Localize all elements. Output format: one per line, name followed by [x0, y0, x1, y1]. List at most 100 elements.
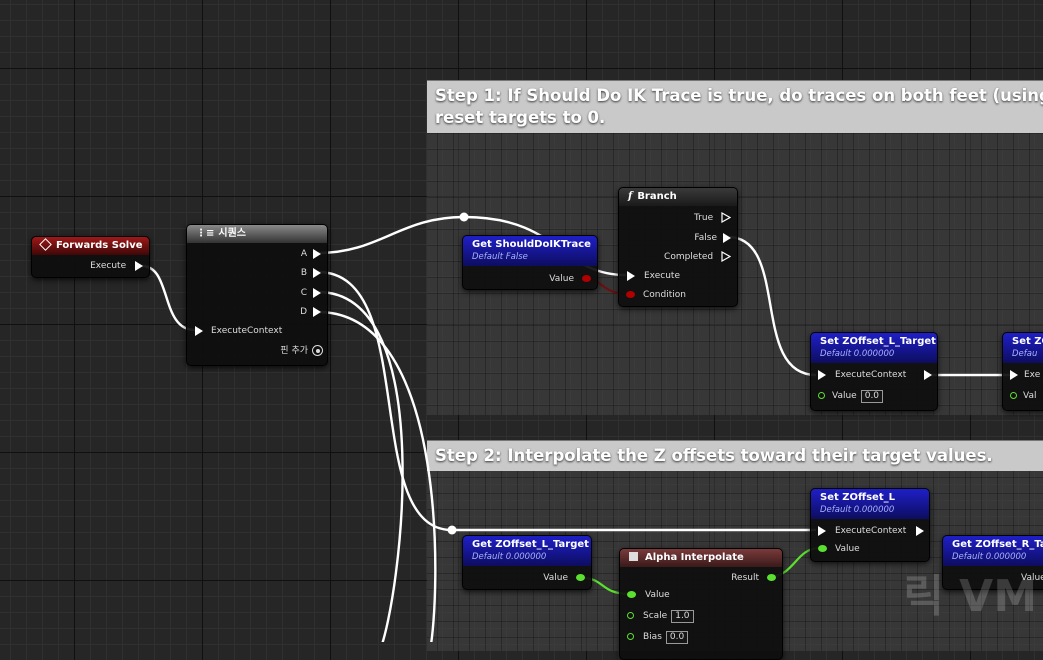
comment-step2-title[interactable]: Step 2: Interpolate the Z offsets toward…: [427, 441, 1043, 471]
branch-true-pin[interactable]: True: [694, 210, 732, 226]
get-zoffset-l-target-value-pin[interactable]: Value: [543, 570, 585, 586]
sequence-execute-context-pin[interactable]: ExecuteContext: [195, 323, 282, 339]
get-zoffset-l-target-node[interactable]: Get ZOffset_L_Target Default 0.000000 Va…: [462, 535, 592, 590]
float-pin-icon[interactable]: [818, 545, 827, 552]
set-zoffset-cut-exec-in[interactable]: Exe: [1010, 367, 1040, 383]
execute-context-label: ExecuteContext: [835, 526, 907, 536]
set-zoffset-l-exec-out[interactable]: [916, 523, 924, 539]
get-zoffset-l-target-title: Get ZOffset_L_Target: [472, 539, 589, 550]
sequence-icon: ⋮≡: [196, 228, 215, 239]
set-zoffset-cut-value-pin[interactable]: Val: [1010, 388, 1036, 404]
sequence-node[interactable]: ⋮≡ 시퀀스 A B C D ExecuteContext 핀 추가: [186, 224, 328, 366]
alpha-interpolate-bias-pin[interactable]: Bias 0.0: [627, 629, 689, 645]
set-zoffset-l-value-pin[interactable]: Value: [818, 541, 860, 557]
alpha-interpolate-header: Alpha Interpolate: [620, 549, 782, 567]
branch-node[interactable]: f Branch True False Completed Execute Con…: [618, 187, 738, 307]
set-zoffset-l-target-exec-out[interactable]: [924, 367, 932, 383]
get-should-do-ik-value-pin[interactable]: Value: [549, 271, 591, 287]
exec-in-icon[interactable]: [627, 270, 635, 281]
get-zoffset-l-target-subtitle: Default 0.000000: [472, 552, 547, 562]
exec-out-hollow-icon[interactable]: [721, 211, 732, 224]
comment-step1-title[interactable]: Step 1: If Should Do IK Trace is true, d…: [427, 81, 1043, 133]
scale-label: Scale: [643, 611, 668, 621]
pin-d-label: D: [300, 307, 307, 317]
wire-seq-c: [317, 290, 404, 642]
set-zoffset-cut-title: Set ZOf: [1012, 336, 1043, 347]
execute-context-label: ExecuteContext: [211, 326, 283, 336]
bias-label: Bias: [643, 632, 662, 642]
branch-header: f Branch: [619, 188, 737, 206]
bool-pin-icon[interactable]: [582, 275, 591, 282]
exec-out-icon[interactable]: [135, 260, 143, 271]
float-pin-icon[interactable]: [627, 612, 634, 619]
branch-completed-pin[interactable]: Completed: [664, 249, 732, 265]
get-zoffset-l-target-header: Get ZOffset_L_Target Default 0.000000: [463, 536, 591, 566]
branch-condition-pin[interactable]: Condition: [626, 287, 686, 303]
add-pin-icon[interactable]: [312, 345, 323, 356]
alpha-interpolate-value-pin[interactable]: Value: [627, 587, 670, 603]
exec-out-icon[interactable]: [924, 369, 932, 380]
forwards-solve-execute-pin[interactable]: Execute: [90, 258, 143, 274]
pin-c-label: C: [300, 288, 307, 298]
scale-input[interactable]: 1.0: [671, 610, 694, 623]
execute-label: Execute: [644, 271, 680, 281]
branch-false-pin[interactable]: False: [694, 230, 731, 246]
sequence-pin-c[interactable]: C: [301, 285, 321, 301]
sequence-add-pin[interactable]: 핀 추가: [280, 343, 323, 359]
set-zoffset-cut-subtitle: Defau: [1012, 349, 1038, 359]
value-input[interactable]: 0.0: [860, 390, 884, 403]
wire-seq-d: [317, 310, 437, 642]
set-zoffset-l-subtitle: Default 0.000000: [820, 505, 895, 515]
exec-out-icon[interactable]: [313, 287, 321, 298]
set-zoffset-l-target-exec-in[interactable]: ExecuteContext: [818, 367, 906, 383]
alpha-interpolate-node[interactable]: Alpha Interpolate Result Value Scale 1.0 …: [619, 548, 783, 660]
exec-in-icon[interactable]: [818, 525, 826, 536]
float-pin-icon[interactable]: [627, 591, 636, 598]
execute-label: Execute: [90, 261, 127, 271]
set-zoffset-cut-header: Set ZOf Defau: [1003, 333, 1043, 363]
set-zoffset-l-exec-in[interactable]: ExecuteContext: [818, 523, 906, 539]
sequence-title: 시퀀스: [218, 228, 246, 239]
function-icon: f: [628, 191, 633, 202]
watermark-logo: 릭 VM: [903, 571, 1037, 622]
exec-in-icon[interactable]: [818, 369, 826, 380]
float-pin-icon[interactable]: [627, 633, 634, 640]
get-should-do-ik-trace-node[interactable]: Get ShouldDoIKTrace Default False Value: [462, 235, 598, 290]
exec-in-icon[interactable]: [195, 325, 203, 336]
set-zoffset-l-target-value-pin[interactable]: Value 0.0: [818, 388, 884, 404]
alpha-interpolate-title: Alpha Interpolate: [645, 552, 744, 563]
float-pin-icon[interactable]: [576, 574, 585, 581]
exec-out-icon[interactable]: [313, 267, 321, 278]
value-label: Val: [1023, 391, 1037, 401]
set-zoffset-l-target-header: Set ZOffset_L_Target Default 0.000000: [811, 333, 937, 363]
set-zoffset-l-target-title: Set ZOffset_L_Target: [820, 336, 936, 347]
alpha-interpolate-scale-pin[interactable]: Scale 1.0: [627, 608, 694, 624]
exec-out-icon[interactable]: [313, 248, 321, 259]
float-pin-icon[interactable]: [818, 392, 825, 399]
exec-out-icon[interactable]: [723, 232, 731, 243]
alpha-interpolate-result-pin[interactable]: Result: [731, 570, 776, 586]
set-zoffset-l-node[interactable]: Set ZOffset_L Default 0.000000 ExecuteCo…: [810, 488, 930, 562]
value-label: Value: [645, 590, 670, 600]
bias-input[interactable]: 0.0: [665, 631, 689, 644]
set-zoffset-cut-node[interactable]: Set ZOf Defau Exe Val: [1002, 332, 1043, 411]
forwards-solve-node[interactable]: Forwards Solve Execute: [31, 236, 150, 278]
bool-pin-icon[interactable]: [626, 291, 635, 298]
set-zoffset-l-target-node[interactable]: Set ZOffset_L_Target Default 0.000000 Ex…: [810, 332, 938, 411]
sequence-header: ⋮≡ 시퀀스: [187, 225, 327, 243]
branch-execute-pin[interactable]: Execute: [627, 268, 680, 284]
exec-in-icon[interactable]: [1010, 369, 1018, 380]
execute-context-label: ExecuteContext: [835, 370, 907, 380]
sequence-pin-b[interactable]: B: [301, 265, 321, 281]
sequence-pin-d[interactable]: D: [300, 304, 321, 320]
get-should-do-ik-trace-title: Get ShouldDoIKTrace: [472, 239, 591, 250]
float-pin-icon[interactable]: [1010, 392, 1017, 399]
get-should-do-ik-trace-header: Get ShouldDoIKTrace Default False: [463, 236, 597, 266]
condition-label: Condition: [643, 290, 686, 300]
exec-out-hollow-icon[interactable]: [721, 250, 732, 263]
sequence-pin-a[interactable]: A: [301, 246, 321, 262]
result-label: Result: [731, 573, 759, 583]
exec-out-icon[interactable]: [313, 306, 321, 317]
exec-out-icon[interactable]: [916, 525, 924, 536]
float-pin-icon[interactable]: [767, 574, 776, 581]
